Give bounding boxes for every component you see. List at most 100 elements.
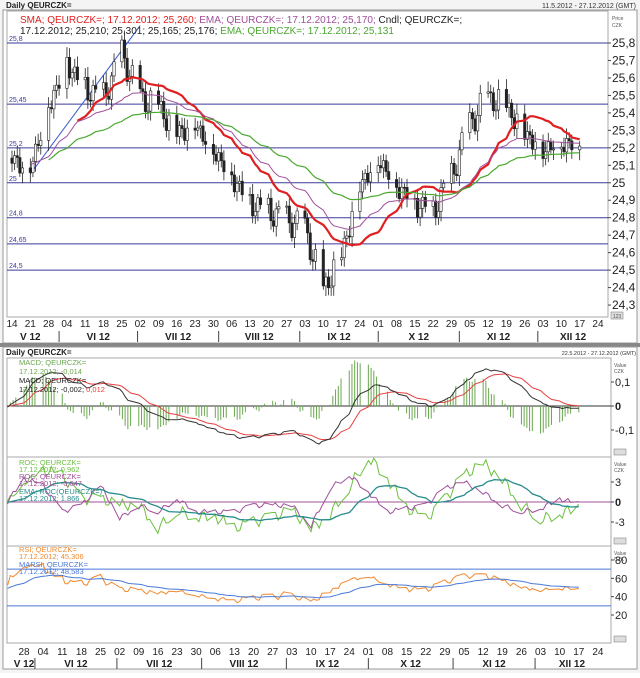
candle xyxy=(421,196,425,209)
date-tick-label: 17 xyxy=(336,319,348,330)
y-tick-label: 24,9 xyxy=(612,193,636,207)
candle xyxy=(562,146,566,153)
candle xyxy=(146,110,150,113)
candle xyxy=(54,84,58,91)
date-tick-label: 20 xyxy=(263,319,275,330)
candle xyxy=(91,85,95,101)
date-tick-label: 30 xyxy=(208,319,220,330)
candle xyxy=(376,165,380,174)
ema-green-legend: EMA; QEURCZK=; 17.12.2012; 25,131 xyxy=(217,26,394,37)
date-tick-label: 10 xyxy=(556,319,568,330)
y-tick-label: -0,1 xyxy=(615,425,634,437)
date-tick-label: 16 xyxy=(152,647,164,658)
macd-plot-area[interactable] xyxy=(6,357,612,458)
month-label: XII 12 xyxy=(559,659,586,670)
date-tick-label: 03 xyxy=(535,647,547,658)
candle xyxy=(274,208,278,227)
y-tick-label: 0 xyxy=(615,401,621,413)
date-tick-label: 02 xyxy=(114,647,126,658)
price-caption: Price xyxy=(612,16,624,22)
candle xyxy=(379,165,383,169)
date-tick-label: 14 xyxy=(6,319,18,330)
month-label: XI 12 xyxy=(482,659,506,670)
macd-hist-legend-value: 17.12.2012; -0,014 xyxy=(19,367,82,376)
price-level-label: 25,2 xyxy=(9,141,23,148)
candle xyxy=(185,127,189,141)
candle xyxy=(20,167,24,174)
candle xyxy=(528,131,532,136)
candle xyxy=(340,257,344,261)
date-tick-label: 17 xyxy=(574,319,586,330)
candle xyxy=(384,160,388,172)
candle xyxy=(18,157,22,174)
date-tick-label: 19 xyxy=(501,319,513,330)
candle xyxy=(240,180,244,196)
price-level-label: 24,5 xyxy=(9,263,23,270)
candle xyxy=(381,160,385,169)
candle xyxy=(567,138,571,142)
candle xyxy=(198,125,202,129)
date-tick-label: 24 xyxy=(354,319,366,330)
candle xyxy=(52,90,56,110)
date-tick-label: 09 xyxy=(153,319,165,330)
candle xyxy=(193,127,197,131)
candle xyxy=(159,101,163,105)
macd-value: 17.12.2012; -0,002; xyxy=(19,385,84,394)
candle xyxy=(83,77,87,81)
candle xyxy=(149,90,153,112)
month-label: V 12 xyxy=(14,659,35,670)
candle xyxy=(415,198,419,218)
candle xyxy=(86,77,90,101)
candle xyxy=(486,91,490,94)
candle xyxy=(94,85,98,90)
candle xyxy=(497,89,501,111)
candle xyxy=(290,222,294,238)
date-tick-label: 06 xyxy=(226,319,238,330)
candle xyxy=(68,57,72,79)
candle xyxy=(549,141,553,151)
month-label: IX 12 xyxy=(316,659,340,670)
candle xyxy=(238,180,242,184)
value-scale-button[interactable] xyxy=(613,537,627,545)
candle xyxy=(57,84,61,89)
candle xyxy=(460,132,464,151)
date-tick-label: 23 xyxy=(190,319,202,330)
price-plot-area[interactable] xyxy=(6,10,609,318)
date-tick-label: 04 xyxy=(38,647,50,658)
candle xyxy=(164,118,168,131)
candle xyxy=(28,167,32,173)
value-unit: CZK xyxy=(614,468,625,474)
y-tick-label: 24,8 xyxy=(612,211,636,225)
candle xyxy=(347,235,351,238)
candle xyxy=(358,191,362,212)
y-tick-label: 25,4 xyxy=(612,106,636,120)
candle xyxy=(272,220,276,227)
candle xyxy=(259,197,263,205)
price-level-label: 24,8 xyxy=(9,211,23,218)
panel-separator[interactable] xyxy=(0,343,640,347)
month-label: VIII 12 xyxy=(230,659,259,670)
value-scale-button[interactable] xyxy=(613,635,627,643)
candle xyxy=(211,144,215,155)
candle xyxy=(321,249,325,287)
candle xyxy=(361,179,365,193)
y-tick-label: 24,3 xyxy=(612,298,636,312)
month-label: VI 12 xyxy=(87,332,111,343)
candle xyxy=(39,140,43,146)
candle xyxy=(431,200,435,207)
candle xyxy=(478,92,482,116)
date-tick-label: 21 xyxy=(25,319,37,330)
candle-legend-values: 17.12.2012; 25,210; 25,301; 25,165; 25,1… xyxy=(20,26,217,37)
candle xyxy=(196,127,200,131)
date-tick-label: 20 xyxy=(248,647,260,658)
y-tick-label: 25,6 xyxy=(612,71,636,85)
value-scale-button[interactable] xyxy=(613,448,627,456)
date-tick-label: 13 xyxy=(244,319,256,330)
rsi-plot-area[interactable] xyxy=(6,545,612,644)
candle xyxy=(402,186,406,189)
candle xyxy=(329,285,333,289)
date-tick-label: 27 xyxy=(281,319,293,330)
date-tick-label: 30 xyxy=(191,647,203,658)
candle xyxy=(130,65,134,77)
date-tick-label: 03 xyxy=(537,319,549,330)
